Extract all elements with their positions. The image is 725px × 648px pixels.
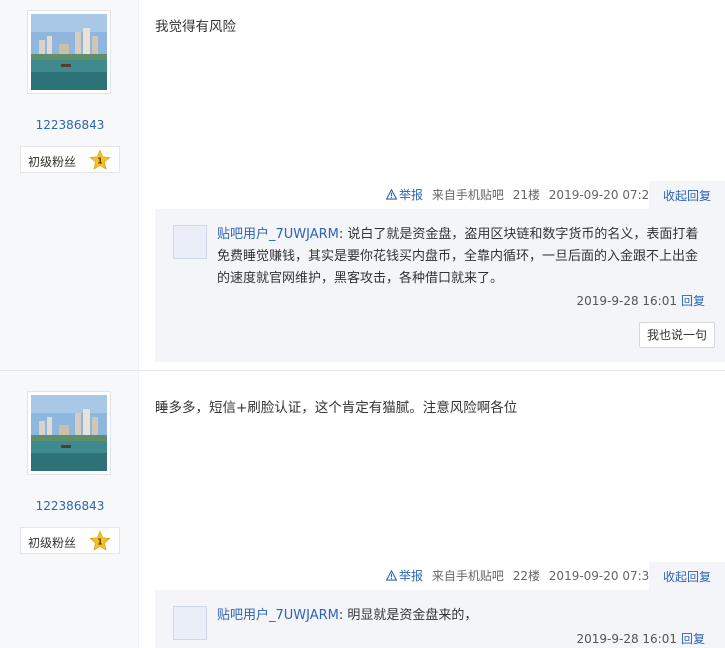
avatar-image xyxy=(31,395,107,471)
post-meta: 举报 来自手机贴吧 22楼 2019-09-20 07:31 xyxy=(386,562,657,590)
report-link[interactable]: 举报 xyxy=(386,569,423,583)
reply-body: 贴吧用户_7UWJARM: 说白了就是资金盘，盗用区块链和数字货币的名义，表面打… xyxy=(217,224,705,290)
post-time: 2019-09-20 07:29 xyxy=(548,188,657,202)
reply-item: 贴吧用户_7UWJARM: 明显就是资金盘来的， 2019-9-28 16:01… xyxy=(173,606,715,648)
source-link[interactable]: 来自手机贴吧 xyxy=(432,188,504,202)
warning-triangle-icon xyxy=(386,570,397,581)
reply-time: 2019-9-28 16:01 xyxy=(576,632,677,646)
fan-level-badge[interactable]: 初级粉丝 1 xyxy=(20,146,120,173)
floor-number: 22楼 xyxy=(512,569,540,583)
avatar[interactable] xyxy=(27,391,111,475)
avatar-image xyxy=(31,14,107,90)
reply-button[interactable]: 回复 xyxy=(681,632,705,646)
collapse-replies-button[interactable]: 收起回复 xyxy=(649,562,725,592)
star-icon: 1 xyxy=(89,530,111,551)
say-something-button[interactable]: 我也说一句 xyxy=(639,322,715,348)
post-floor-21: 122386843 初级粉丝 1 我觉得有风险 举报 来自手机贴吧 21楼 20… xyxy=(0,0,725,370)
post-content: 我觉得有风险 xyxy=(155,19,236,35)
post-time: 2019-09-20 07:31 xyxy=(548,569,657,583)
reply-avatar[interactable] xyxy=(173,225,207,259)
reply-username[interactable]: 贴吧用户_7UWJARM xyxy=(217,227,339,242)
reply-meta: 2019-9-28 16:01 回复 xyxy=(576,630,705,647)
post-floor-22: 122386843 初级粉丝 1 睡多多，短信+刷脸认证，这个肯定有猫腻。注意风… xyxy=(0,371,725,648)
reply-list: 贴吧用户_7UWJARM: 说白了就是资金盘，盗用区块链和数字货币的名义，表面打… xyxy=(155,209,725,362)
reply-button[interactable]: 回复 xyxy=(681,294,705,308)
user-sidebar: 122386843 初级粉丝 1 xyxy=(0,371,139,648)
reply-meta: 2019-9-28 16:01 回复 xyxy=(576,292,705,309)
username-link[interactable]: 122386843 xyxy=(0,118,140,132)
user-sidebar: 122386843 初级粉丝 1 xyxy=(0,0,139,370)
badge-level: 1 xyxy=(97,157,102,166)
reply-time: 2019-9-28 16:01 xyxy=(576,294,677,308)
star-icon: 1 xyxy=(89,149,111,170)
reply-username[interactable]: 贴吧用户_7UWJARM xyxy=(217,608,339,623)
badge-label: 初级粉丝 xyxy=(28,155,77,169)
reply-list: 贴吧用户_7UWJARM: 明显就是资金盘来的， 2019-9-28 16:01… xyxy=(155,590,725,648)
reply-avatar[interactable] xyxy=(173,606,207,640)
reply-item: 贴吧用户_7UWJARM: 说白了就是资金盘，盗用区块链和数字货币的名义，表面打… xyxy=(173,225,715,345)
report-link[interactable]: 举报 xyxy=(386,188,423,202)
report-label: 举报 xyxy=(399,569,424,583)
reply-body: 贴吧用户_7UWJARM: 明显就是资金盘来的， xyxy=(217,605,705,627)
collapse-replies-button[interactable]: 收起回复 xyxy=(649,181,725,211)
post-content: 睡多多，短信+刷脸认证，这个肯定有猫腻。注意风险啊各位 xyxy=(155,400,518,416)
warning-triangle-icon xyxy=(386,189,397,200)
badge-label: 初级粉丝 xyxy=(28,536,77,550)
post-meta: 举报 来自手机贴吧 21楼 2019-09-20 07:29 xyxy=(386,181,657,209)
source-link[interactable]: 来自手机贴吧 xyxy=(432,569,504,583)
reply-text: 明显就是资金盘来的， xyxy=(347,608,478,623)
username-link[interactable]: 122386843 xyxy=(0,499,140,513)
fan-level-badge[interactable]: 初级粉丝 1 xyxy=(20,527,120,554)
floor-number: 21楼 xyxy=(512,188,540,202)
badge-level: 1 xyxy=(97,538,102,547)
report-label: 举报 xyxy=(399,188,424,202)
avatar[interactable] xyxy=(27,10,111,94)
